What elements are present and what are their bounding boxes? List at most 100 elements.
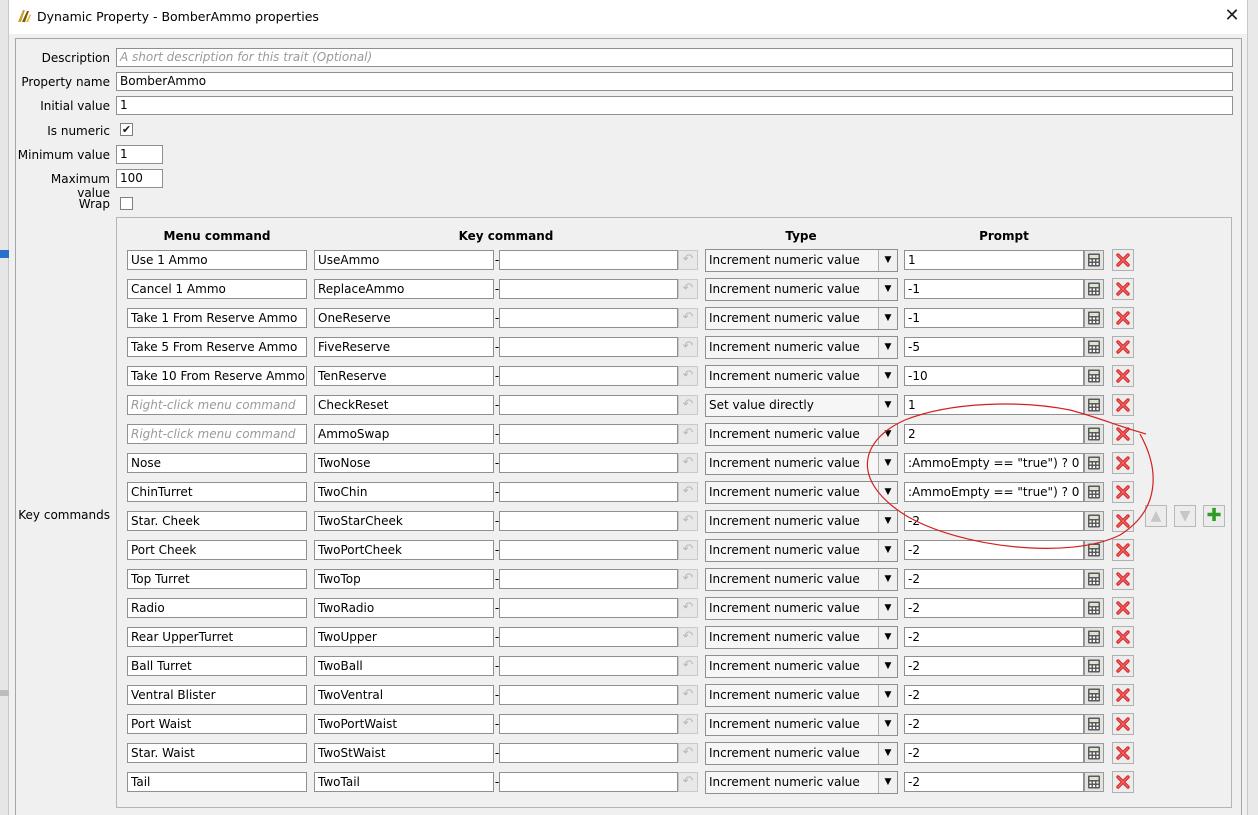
menu-command-field[interactable]: Rear UpperTurret	[127, 627, 307, 647]
calculator-icon[interactable]	[1084, 453, 1104, 473]
wrap-checkbox[interactable]	[120, 197, 133, 210]
key-command-name-field[interactable]: TwoStarCheek	[314, 511, 494, 531]
undo-icon[interactable]: ↶	[678, 424, 698, 444]
prompt-field[interactable]: -2	[904, 685, 1084, 705]
key-command-name-field[interactable]: TwoVentral	[314, 685, 494, 705]
keystroke-field[interactable]	[499, 395, 678, 415]
keystroke-field[interactable]	[499, 279, 678, 299]
prompt-field[interactable]: -2	[904, 627, 1084, 647]
undo-icon[interactable]: ↶	[678, 337, 698, 357]
undo-icon[interactable]: ↶	[678, 714, 698, 734]
calculator-icon[interactable]	[1084, 714, 1104, 734]
keystroke-field[interactable]	[499, 337, 678, 357]
keystroke-field[interactable]	[499, 569, 678, 589]
undo-icon[interactable]: ↶	[678, 772, 698, 792]
menu-command-field[interactable]: Top Turret	[127, 569, 307, 589]
key-command-name-field[interactable]: TwoTail	[314, 772, 494, 792]
prompt-field[interactable]: -2	[904, 511, 1084, 531]
prompt-field[interactable]: -1	[904, 279, 1084, 299]
keystroke-field[interactable]	[499, 656, 678, 676]
title-bar[interactable]: Dynamic Property - BomberAmmo properties…	[9, 0, 1247, 34]
undo-icon[interactable]: ↶	[678, 540, 698, 560]
undo-icon[interactable]: ↶	[678, 279, 698, 299]
type-dropdown[interactable]: Increment numeric value ▼	[705, 510, 898, 533]
calculator-icon[interactable]	[1084, 250, 1104, 270]
calculator-icon[interactable]	[1084, 366, 1104, 386]
key-command-name-field[interactable]: FiveReserve	[314, 337, 494, 357]
calculator-icon[interactable]	[1084, 482, 1104, 502]
calculator-icon[interactable]	[1084, 424, 1104, 444]
calculator-icon[interactable]	[1084, 685, 1104, 705]
delete-icon[interactable]	[1112, 713, 1134, 735]
delete-icon[interactable]	[1112, 249, 1134, 271]
delete-icon[interactable]	[1112, 452, 1134, 474]
delete-icon[interactable]	[1112, 655, 1134, 677]
keystroke-field[interactable]	[499, 685, 678, 705]
type-dropdown[interactable]: Increment numeric value ▼	[705, 249, 898, 272]
keystroke-field[interactable]	[499, 511, 678, 531]
type-dropdown[interactable]: Increment numeric value ▼	[705, 365, 898, 388]
type-dropdown[interactable]: Increment numeric value ▼	[705, 655, 898, 678]
type-dropdown[interactable]: Increment numeric value ▼	[705, 307, 898, 330]
menu-command-field[interactable]: Radio	[127, 598, 307, 618]
menu-command-field[interactable]: Take 5 From Reserve Ammo	[127, 337, 307, 357]
delete-icon[interactable]	[1112, 568, 1134, 590]
keystroke-field[interactable]	[499, 366, 678, 386]
delete-icon[interactable]	[1112, 684, 1134, 706]
delete-icon[interactable]	[1112, 423, 1134, 445]
move-down-button[interactable]: ▼	[1174, 505, 1196, 527]
type-dropdown[interactable]: Set value directly ▼	[705, 394, 898, 417]
type-dropdown[interactable]: Increment numeric value ▼	[705, 278, 898, 301]
prompt-field[interactable]: -2	[904, 743, 1084, 763]
type-dropdown[interactable]: Increment numeric value ▼	[705, 539, 898, 562]
move-up-button[interactable]: ▲	[1145, 505, 1167, 527]
menu-command-field[interactable]: Port Cheek	[127, 540, 307, 560]
calculator-icon[interactable]	[1084, 279, 1104, 299]
delete-icon[interactable]	[1112, 597, 1134, 619]
calculator-icon[interactable]	[1084, 308, 1104, 328]
calculator-icon[interactable]	[1084, 627, 1104, 647]
calculator-icon[interactable]	[1084, 511, 1104, 531]
keystroke-field[interactable]	[499, 540, 678, 560]
menu-command-field[interactable]: Star. Cheek	[127, 511, 307, 531]
delete-icon[interactable]	[1112, 394, 1134, 416]
type-dropdown[interactable]: Increment numeric value ▼	[705, 771, 898, 794]
keystroke-field[interactable]	[499, 250, 678, 270]
key-command-name-field[interactable]: TwoPortWaist	[314, 714, 494, 734]
menu-command-field[interactable]: Nose	[127, 453, 307, 473]
type-dropdown[interactable]: Increment numeric value ▼	[705, 336, 898, 359]
type-dropdown[interactable]: Increment numeric value ▼	[705, 452, 898, 475]
delete-icon[interactable]	[1112, 626, 1134, 648]
undo-icon[interactable]: ↶	[678, 250, 698, 270]
type-dropdown[interactable]: Increment numeric value ▼	[705, 597, 898, 620]
key-command-name-field[interactable]: TenReserve	[314, 366, 494, 386]
prompt-field[interactable]: -5	[904, 337, 1084, 357]
menu-command-field[interactable]: Tail	[127, 772, 307, 792]
menu-command-field[interactable]: Ventral Blister	[127, 685, 307, 705]
undo-icon[interactable]: ↶	[678, 482, 698, 502]
keystroke-field[interactable]	[499, 743, 678, 763]
delete-icon[interactable]	[1112, 481, 1134, 503]
menu-command-field[interactable]: Right-click menu command	[127, 395, 307, 415]
maximum-value-field[interactable]: 100	[116, 169, 163, 188]
delete-icon[interactable]	[1112, 336, 1134, 358]
key-command-name-field[interactable]: TwoTop	[314, 569, 494, 589]
add-command-button[interactable]: ✚	[1203, 505, 1225, 527]
calculator-icon[interactable]	[1084, 656, 1104, 676]
prompt-field[interactable]: -2	[904, 598, 1084, 618]
keystroke-field[interactable]	[499, 772, 678, 792]
undo-icon[interactable]: ↶	[678, 656, 698, 676]
type-dropdown[interactable]: Increment numeric value ▼	[705, 568, 898, 591]
prompt-field[interactable]: 1	[904, 395, 1084, 415]
undo-icon[interactable]: ↶	[678, 453, 698, 473]
key-command-name-field[interactable]: TwoBall	[314, 656, 494, 676]
undo-icon[interactable]: ↶	[678, 366, 698, 386]
is-numeric-checkbox[interactable]: ✔	[120, 123, 133, 136]
key-command-name-field[interactable]: TwoRadio	[314, 598, 494, 618]
menu-command-field[interactable]: Use 1 Ammo	[127, 250, 307, 270]
calculator-icon[interactable]	[1084, 598, 1104, 618]
close-button[interactable]: ✕	[1219, 4, 1245, 30]
undo-icon[interactable]: ↶	[678, 627, 698, 647]
key-command-name-field[interactable]: UseAmmo	[314, 250, 494, 270]
key-command-name-field[interactable]: TwoStWaist	[314, 743, 494, 763]
